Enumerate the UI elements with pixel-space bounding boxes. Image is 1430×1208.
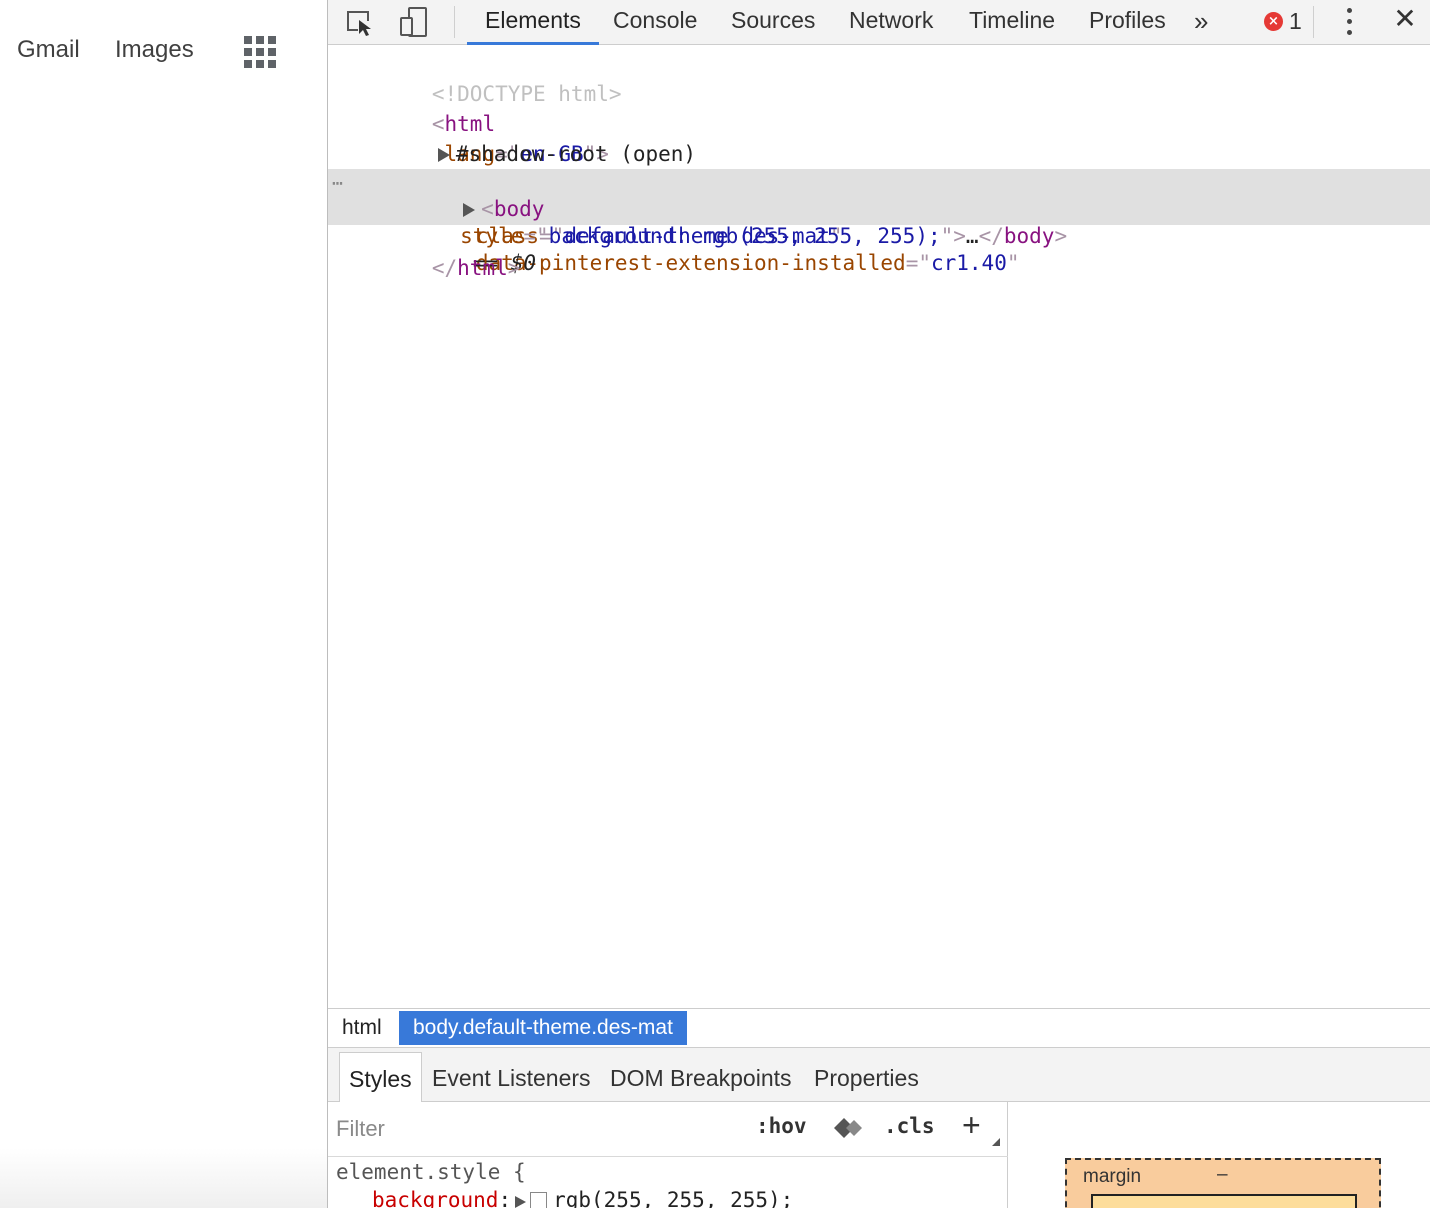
devtools-toolbar: Elements Console Sources Network Timelin…	[328, 0, 1430, 45]
color-format-icon[interactable]	[832, 1116, 864, 1140]
margin-label: margin	[1083, 1166, 1142, 1187]
tab-timeline[interactable]: Timeline	[967, 0, 1057, 45]
dom-node-html-close[interactable]: </html>	[328, 223, 1430, 313]
toolbar-separator	[1313, 6, 1314, 38]
more-tabs-chevron-icon[interactable]: »	[1194, 2, 1208, 40]
error-x-icon: ×	[1264, 11, 1283, 31]
error-counter[interactable]: × 1	[1264, 8, 1302, 34]
breadcrumb-html[interactable]: html	[328, 1011, 396, 1045]
images-link[interactable]: Images	[115, 36, 194, 64]
divider	[328, 1156, 1008, 1157]
html-close-tag: html	[457, 256, 508, 280]
node-actions-dots-icon[interactable]: ⋯	[332, 169, 343, 199]
sidebar-tabs: Styles Event Listeners DOM Breakpoints P…	[328, 1047, 1430, 1103]
gmail-link[interactable]: Gmail	[17, 36, 80, 64]
hover-state-toggle[interactable]: :hov	[756, 1114, 807, 1138]
kebab-menu-icon[interactable]	[1338, 6, 1360, 38]
class-toggle[interactable]: .cls	[884, 1114, 935, 1138]
add-rule-menu-corner-icon[interactable]	[992, 1138, 1000, 1146]
styles-filter-input[interactable]	[336, 1114, 716, 1144]
box-model-pane: margin –	[1009, 1102, 1430, 1208]
style-rule-selector: element.style {	[336, 1160, 526, 1184]
toolbar-separator	[454, 6, 455, 38]
tab-properties[interactable]: Properties	[814, 1048, 919, 1102]
color-swatch[interactable]	[530, 1192, 548, 1208]
page-bottom-shade	[0, 1148, 327, 1208]
tab-profiles[interactable]: Profiles	[1087, 0, 1168, 45]
tab-elements[interactable]: Elements	[467, 0, 599, 45]
inspect-element-icon[interactable]	[344, 6, 378, 38]
style-property-name[interactable]: background	[372, 1188, 498, 1208]
add-style-rule-button[interactable]: +	[962, 1108, 981, 1142]
apps-grid-icon[interactable]	[244, 36, 277, 69]
margin-value[interactable]: –	[1217, 1164, 1228, 1186]
expand-triangle-icon[interactable]	[515, 1196, 527, 1208]
tab-network[interactable]: Network	[847, 0, 935, 45]
style-property[interactable]: background: rgb(255, 255, 255);	[372, 1186, 793, 1208]
tab-sources[interactable]: Sources	[729, 0, 817, 45]
tab-dom-breakpoints[interactable]: DOM Breakpoints	[610, 1048, 792, 1102]
breadcrumb: html body.default-theme.des-mat	[328, 1008, 1430, 1046]
dom-tree: <!DOCTYPE html> <html lang="en-GB"> #sha…	[328, 46, 1430, 1008]
dom-node-body-selected[interactable]: ⋯ <body class="default-theme des-mat" da…	[328, 169, 1430, 275]
styles-pane: :hov .cls + element.style { background:r…	[328, 1102, 1008, 1208]
tab-event-listeners[interactable]: Event Listeners	[432, 1048, 591, 1102]
box-model-border[interactable]	[1091, 1194, 1357, 1208]
style-property-value[interactable]: rgb(255, 255, 255);	[553, 1188, 793, 1208]
error-count: 1	[1289, 7, 1302, 34]
breadcrumb-body[interactable]: body.default-theme.des-mat	[399, 1011, 687, 1045]
tab-styles[interactable]: Styles	[339, 1052, 422, 1103]
devtools-panel: Elements Console Sources Network Timelin…	[327, 0, 1430, 1208]
device-toolbar-icon[interactable]	[398, 6, 432, 38]
page-viewport: Gmail Images	[0, 0, 327, 1208]
tab-console[interactable]: Console	[611, 0, 699, 45]
box-model-margin[interactable]: margin –	[1065, 1158, 1381, 1208]
close-icon[interactable]: ✕	[1392, 5, 1418, 34]
